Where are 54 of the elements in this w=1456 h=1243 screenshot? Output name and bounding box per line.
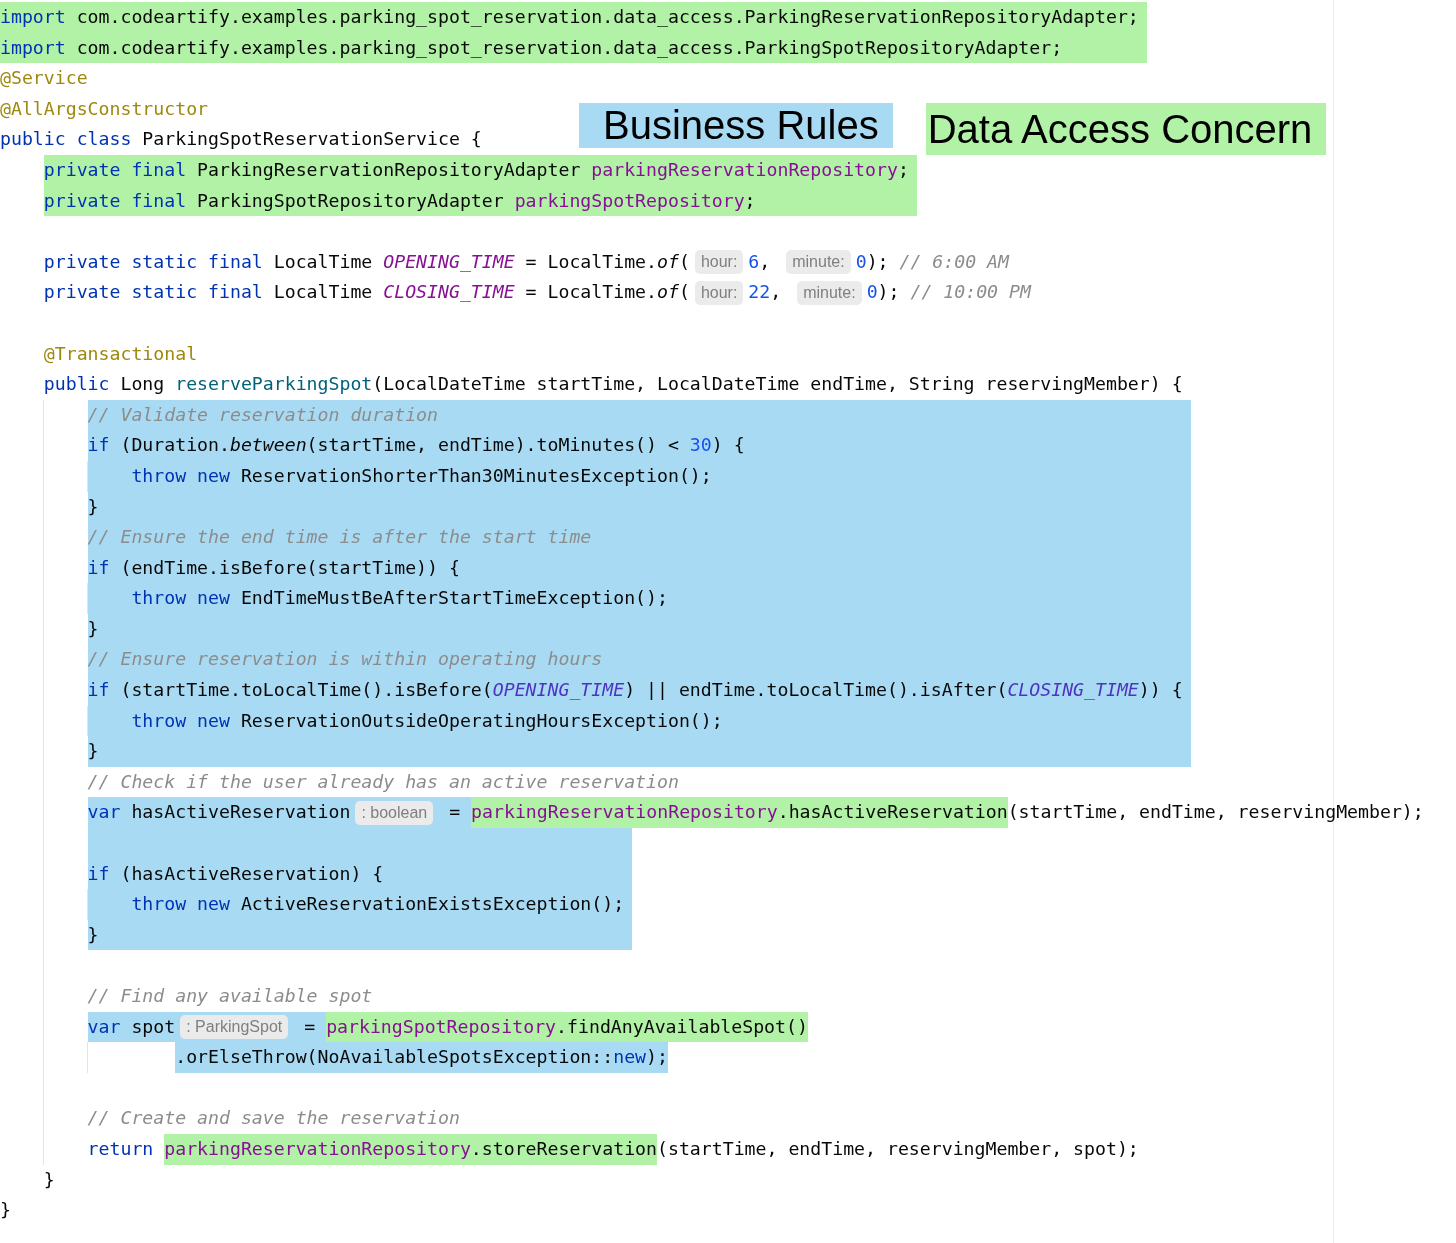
code-text: 0); // 6:00 AM xyxy=(855,249,1009,274)
code-text: // Find any available spot xyxy=(87,984,373,1008)
legend-label: Business Rules xyxy=(579,103,893,148)
highlighted-code: parkingSpotRepository.findAnyAvailableSpot() xyxy=(326,1011,808,1043)
code-text: (startTime, endTime, reservingMember, spot); xyxy=(657,1136,1139,1161)
code-text: if (Duration.between(startTime, endTime).toMinutes() < 30) { xyxy=(87,433,745,458)
code-text: if (hasActiveReservation) { xyxy=(87,861,384,886)
code-text: 22, xyxy=(748,280,783,305)
highlighted-code: parkingReservationRepository.hasActiveReservation xyxy=(471,797,1008,829)
code-text: } xyxy=(87,616,99,641)
code-text: } xyxy=(87,494,99,519)
code-text: } xyxy=(43,1167,55,1192)
code-text: private final ParkingReservationRepositoryAdapter parkingReservationRepository; xyxy=(43,157,909,182)
code-text: } xyxy=(87,922,99,947)
code-text: @Transactional xyxy=(43,341,198,366)
code-text: } xyxy=(0,1198,11,1223)
code-text: private final ParkingSpotRepositoryAdapter parkingSpotRepository; xyxy=(43,188,756,213)
highlighted-code: var hasActiveReservation xyxy=(87,797,351,829)
code-text: throw new EndTimeMustBeAfterStartTimeException(); xyxy=(131,586,668,611)
highlighted-code: parkingReservationRepository.storeReservation xyxy=(164,1133,657,1165)
code-text: public class ParkingSpotReservationService { xyxy=(0,127,482,152)
code-text: private static final LocalTime CLOSING_TIME = LocalTime.of( xyxy=(43,280,690,305)
code-text: 0); // 10:00 PM xyxy=(866,280,1031,305)
code-text: throw new ActiveReservationExistsException(); xyxy=(131,892,625,917)
code-text: // Create and save the reservation xyxy=(87,1106,460,1131)
code-text: } xyxy=(87,739,99,764)
type-hint: minute: xyxy=(786,250,851,275)
code-text: @AllArgsConstructor xyxy=(0,96,209,121)
code-text: throw new ReservationOutsideOperatingHoursException(); xyxy=(131,708,723,733)
code-text: @Service xyxy=(0,66,88,91)
highlighted-code: = xyxy=(438,797,472,829)
type-hint: hour: xyxy=(694,250,744,275)
type-hint: : boolean xyxy=(355,800,434,825)
code-text: public Long reserveParkingSpot(LocalDateTime startTime, LocalDateTime endTime, String reservingMember) { xyxy=(43,372,1183,397)
code-text: // Validate reservation duration xyxy=(87,402,438,427)
code-text: // Ensure reservation is within operating hours xyxy=(87,647,603,672)
code-text: import com.codeartify.examples.parking_spot_reservation.data_access.ParkingReservationRepositoryAdapter; xyxy=(0,5,1139,29)
code-text: private static final LocalTime OPENING_TIME = LocalTime.of( xyxy=(43,249,690,274)
code-text: return xyxy=(87,1136,155,1161)
code-text: // Ensure the end time is after the start time xyxy=(87,525,592,550)
highlighted-code: .orElseThrow(NoAvailableSpotsException::new); xyxy=(175,1042,668,1073)
code-text: if (startTime.toLocalTime().isBefore(OPENING_TIME) || endTime.toLocalTime().isAfter(CLOSING_TIME)) { xyxy=(87,678,1183,703)
type-hint: hour: xyxy=(694,280,744,305)
code-text: 6, xyxy=(748,249,772,274)
code-text: import com.codeartify.examples.parking_spot_reservation.data_access.ParkingSpotRepositoryAdapter; xyxy=(0,35,1063,60)
legend-label: Data Access Concern xyxy=(925,103,1327,155)
type-hint: : ParkingSpot xyxy=(180,1014,289,1039)
highlighted-code: = xyxy=(293,1011,327,1043)
type-hint: minute: xyxy=(797,280,862,305)
code-text: // Check if the user already has an active reservation xyxy=(87,769,679,794)
code-text: throw new ReservationShorterThan30MinutesException(); xyxy=(131,463,712,488)
code-text: if (endTime.isBefore(startTime)) { xyxy=(87,555,460,580)
code-text: (startTime, endTime, reservingMember); xyxy=(1007,800,1424,825)
highlighted-code: var spot xyxy=(87,1011,176,1043)
